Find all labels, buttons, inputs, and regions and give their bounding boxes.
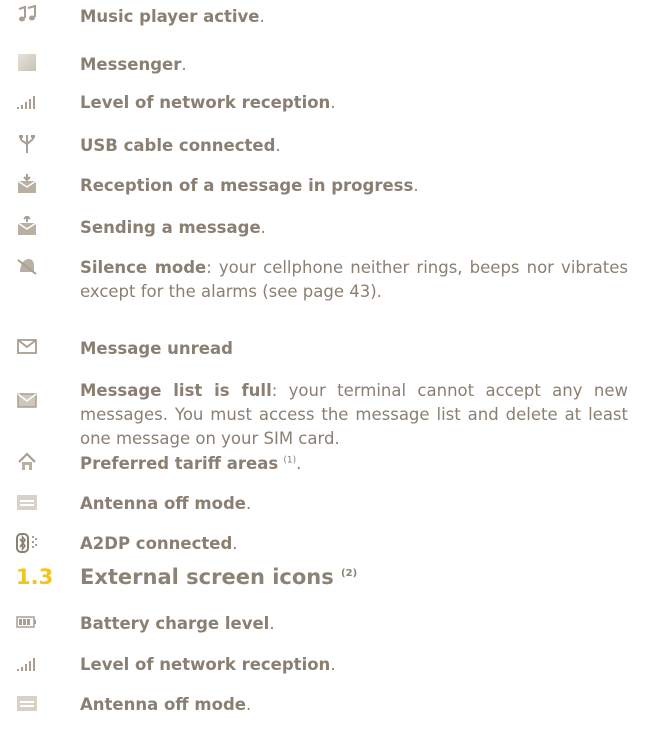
item-label: Antenna off mode	[80, 695, 246, 714]
item-label: Message list is full	[80, 381, 272, 400]
messenger-icon	[16, 53, 38, 73]
item-desc: .	[259, 7, 265, 26]
item-desc: .	[245, 494, 252, 513]
item-label: USB cable connected	[80, 136, 276, 155]
item-label: Reception of a message in progress	[80, 176, 414, 195]
item-label: Silence mode	[80, 258, 207, 277]
item-desc: .	[296, 454, 302, 473]
antenna-off-icon	[16, 693, 38, 713]
item-label: Music player active	[80, 7, 260, 26]
section-title: External screen icons (2)	[80, 565, 358, 589]
envelope-full-icon	[16, 391, 38, 411]
item-label: Battery charge level	[80, 614, 270, 633]
envelope-send-icon	[16, 214, 38, 236]
section-heading: 1.3 External screen icons (2)	[16, 565, 636, 595]
item-desc: .	[181, 55, 187, 74]
envelope-unread-icon	[16, 337, 38, 357]
item-desc: .	[275, 136, 281, 155]
footnote-ref: (2)	[341, 568, 358, 579]
battery-icon	[16, 612, 38, 632]
silence-mode-icon	[16, 256, 38, 276]
item-label: Preferred tariff areas	[80, 454, 279, 473]
footnote-ref: (1)	[283, 455, 297, 466]
item-desc: .	[232, 534, 238, 553]
item-desc: .	[245, 695, 252, 714]
home-icon	[16, 452, 38, 472]
usb-icon	[16, 134, 38, 154]
item-desc: .	[413, 176, 419, 195]
item-desc: .	[269, 614, 275, 633]
item-desc: .	[260, 218, 266, 237]
signal-bars-icon	[16, 91, 38, 111]
antenna-off-icon	[16, 492, 38, 512]
section-number: 1.3	[16, 565, 54, 589]
bluetooth-a2dp-icon	[16, 532, 42, 553]
item-desc: .	[330, 655, 336, 674]
item-label: Level of network reception	[80, 655, 331, 674]
music-note-icon	[16, 4, 38, 25]
item-label: Antenna off mode	[80, 494, 246, 513]
signal-bars-icon	[16, 653, 38, 673]
item-label: A2DP connected	[80, 534, 233, 553]
item-label: Sending a message	[80, 218, 261, 237]
item-label: Level of network reception	[80, 93, 331, 112]
item-label: Messenger	[80, 55, 182, 74]
item-label: Message unread	[80, 339, 233, 358]
item-desc: .	[330, 93, 336, 112]
envelope-receive-icon	[16, 174, 38, 194]
